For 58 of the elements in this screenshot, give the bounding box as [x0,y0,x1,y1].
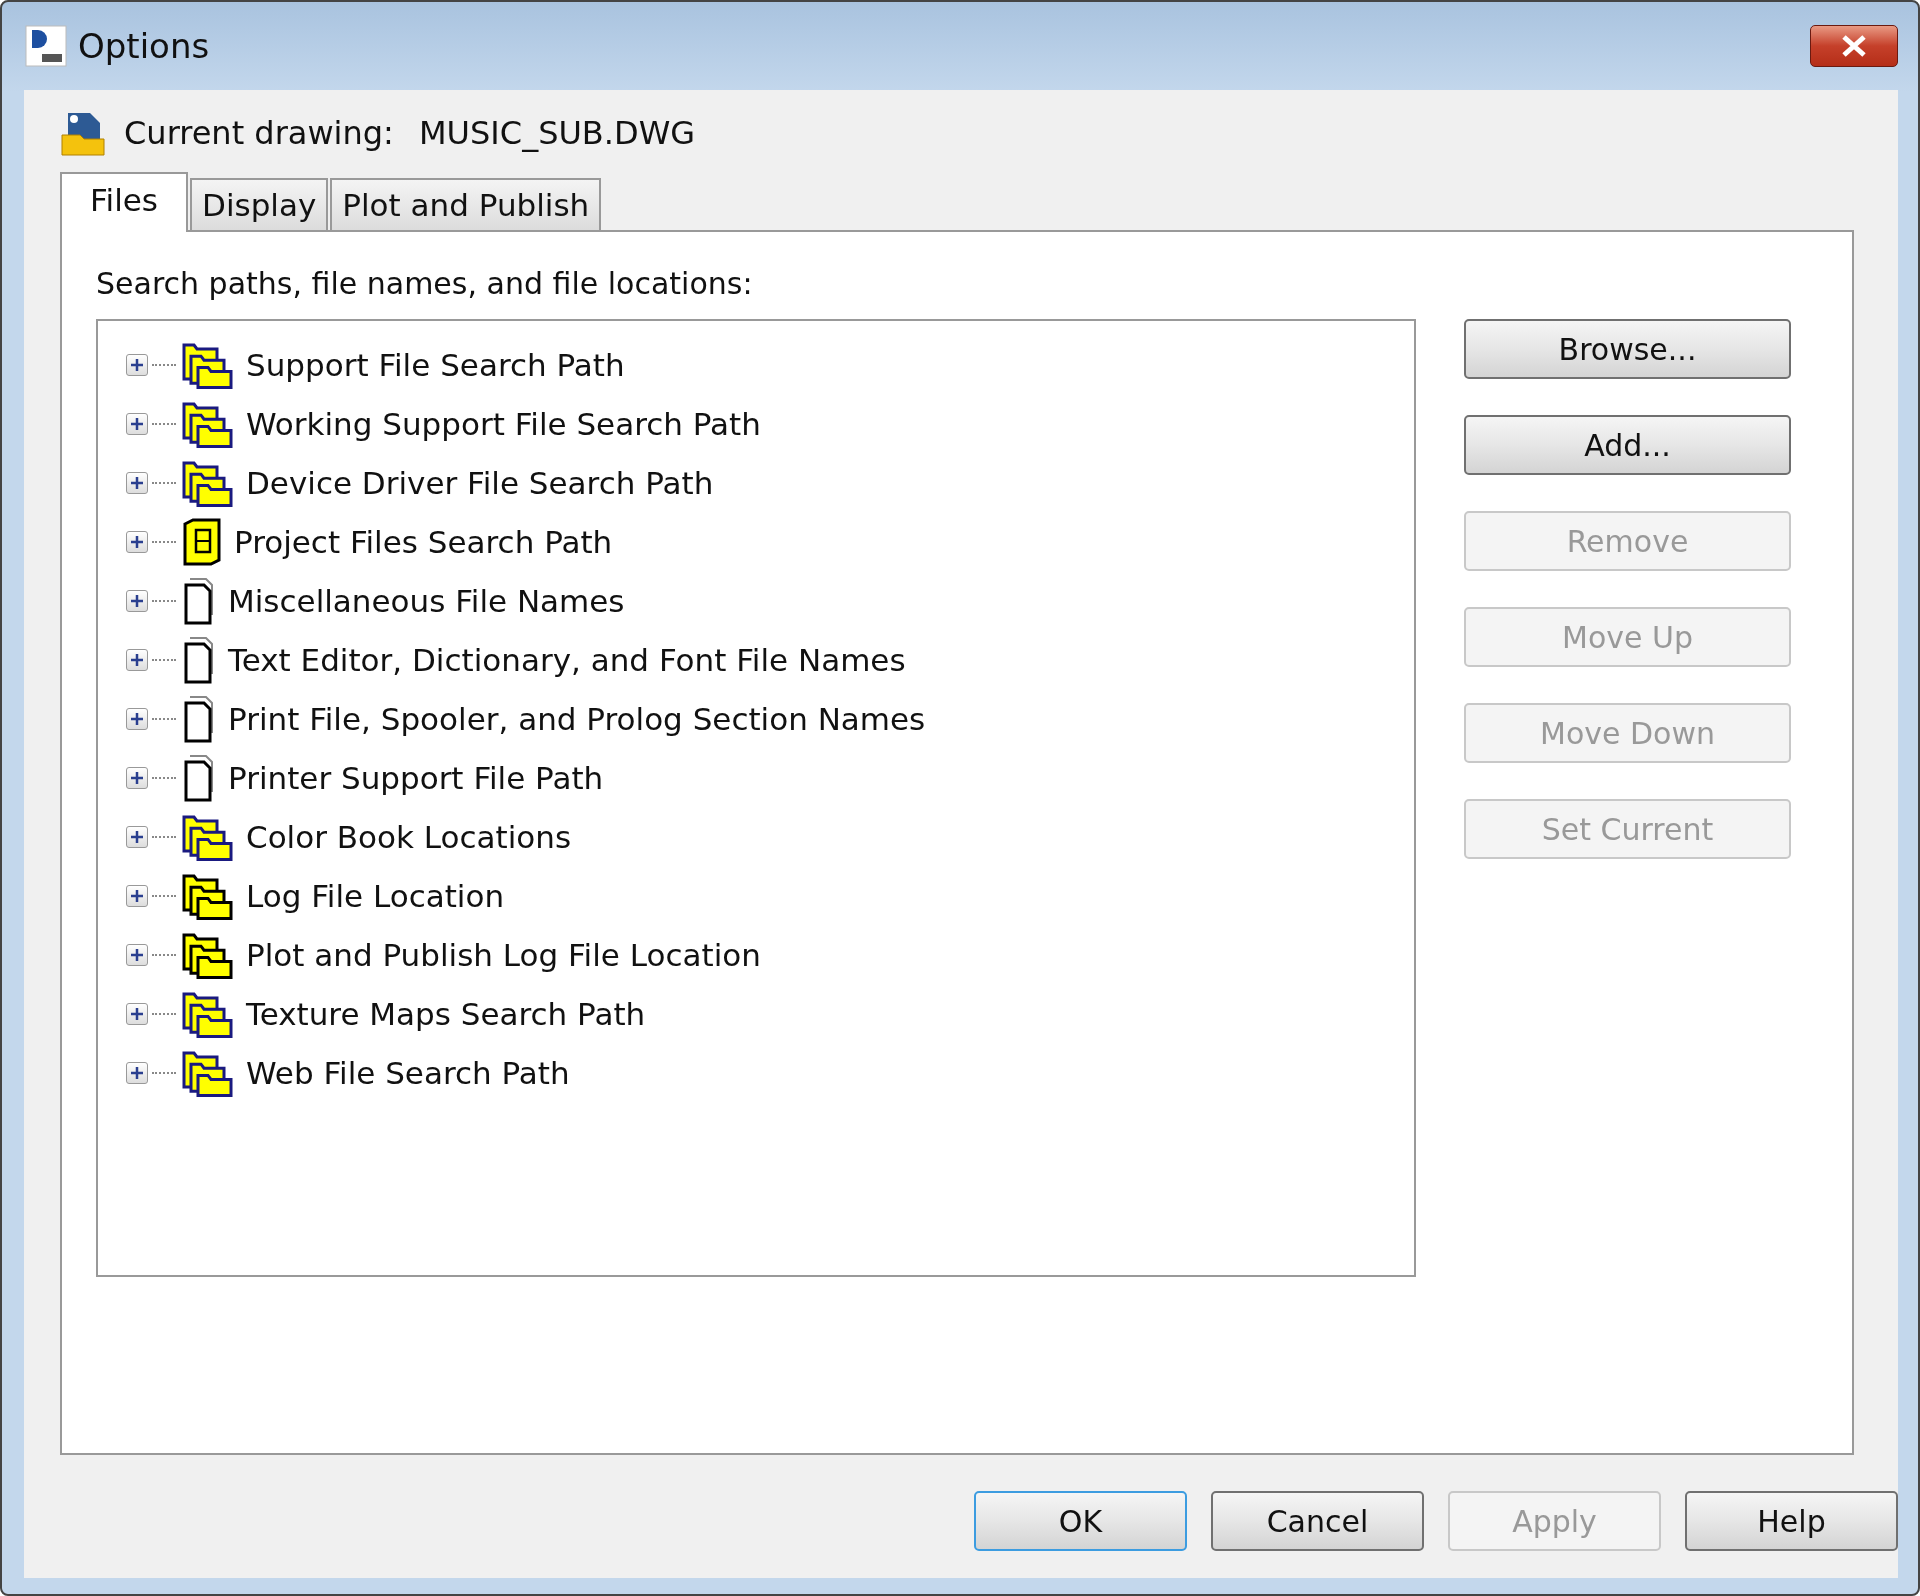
action-button[interactable]: Add... [1464,415,1791,475]
plus-icon [130,416,144,431]
tab[interactable]: Plot and Publish [330,178,602,230]
expand-toggle[interactable] [126,530,148,553]
tree-item[interactable]: Miscellaneous File Names [228,582,625,619]
current-drawing-label: Current drawing: [124,114,395,152]
expand-toggle[interactable] [126,471,148,494]
plus-icon [130,1006,144,1021]
tree-item[interactable]: Color Book Locations [246,818,572,855]
documents-icon [182,576,216,625]
plus-icon [130,357,144,372]
tree-item[interactable]: Plot and Publish Log File Location [246,936,761,973]
expand-toggle[interactable] [126,707,148,730]
plus-icon [130,652,144,667]
app-icon [24,24,68,68]
tree-item[interactable]: Project Files Search Path [234,523,613,560]
expand-toggle[interactable] [126,766,148,789]
expand-toggle[interactable] [126,1061,148,1084]
expand-toggle[interactable] [126,589,148,612]
plus-icon [130,888,144,903]
tree-item[interactable]: Device Driver File Search Path [246,464,714,501]
tab[interactable]: Files [60,172,189,232]
tree-item[interactable]: Working Support File Search Path [246,405,761,442]
plus-icon [130,711,144,726]
plus-icon [130,829,144,844]
tree-item[interactable]: Print File, Spooler, and Prolog Section Names [228,700,926,737]
book-icon [182,517,222,566]
tree-item[interactable]: Printer Support File Path [228,759,604,796]
dialog-button[interactable]: Cancel [1211,1491,1424,1551]
expand-toggle[interactable] [126,943,148,966]
expand-toggle[interactable] [126,353,148,376]
plus-icon [130,1065,144,1080]
action-button[interactable]: Browse... [1464,319,1791,379]
current-drawing-value: MUSIC_SUB.DWG [419,114,696,152]
tree-label: Search paths, file names, and file locations: [96,266,754,301]
tab[interactable]: Display [190,178,329,230]
tree-item[interactable]: Support File Search Path [246,346,625,383]
tree-item[interactable]: Log File Location [246,877,505,914]
tree-item[interactable]: Web File Search Path [246,1054,570,1091]
expand-toggle[interactable] [126,412,148,435]
window-title: Options [78,26,210,66]
documents-icon [182,694,216,743]
plus-icon [130,534,144,549]
tree-item[interactable]: Texture Maps Search Path [246,995,646,1032]
plus-icon [130,475,144,490]
documents-icon [182,753,216,802]
tree-item[interactable]: Text Editor, Dictionary, and Font File Names [228,641,906,678]
close-button[interactable] [1810,25,1898,67]
dialog-button[interactable]: OK [974,1491,1187,1551]
expand-toggle[interactable] [126,884,148,907]
plus-icon [130,770,144,785]
expand-toggle[interactable] [126,1002,148,1025]
expand-toggle[interactable] [126,648,148,671]
plus-icon [130,593,144,608]
dialog-button[interactable]: Help [1685,1491,1898,1551]
plus-icon [130,947,144,962]
documents-icon [182,635,216,684]
expand-toggle[interactable] [126,825,148,848]
